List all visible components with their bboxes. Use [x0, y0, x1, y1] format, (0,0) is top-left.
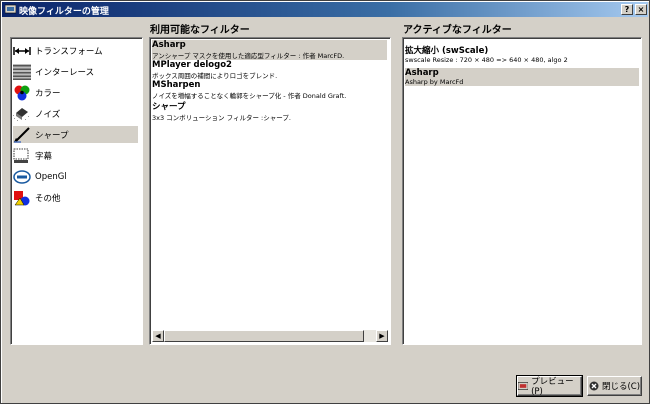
active-filters-heading: アクティブなフィルター: [403, 25, 512, 36]
app-icon: [5, 4, 16, 14]
category-item-interlace[interactable]: インターレース: [13, 63, 138, 80]
filter-name: Asharp: [152, 40, 186, 50]
help-button[interactable]: ?: [621, 4, 633, 15]
transform-icon: [13, 43, 31, 59]
filter-description: 3x3 コンボリューション フィルター :シャープ.: [152, 114, 291, 122]
filter-description: swscale Resize : 720 × 480 => 640 × 480,…: [405, 56, 568, 64]
filter-name: シャープ: [152, 102, 186, 112]
scroll-left-button[interactable]: ◀: [152, 330, 164, 342]
filter-description: Asharp by MarcFd: [405, 78, 464, 86]
sharpen-icon: [13, 126, 31, 143]
available-filter-item[interactable]: MSharpen ノイズを増幅することなく輪郭をシャープ化 - 作者 Donal…: [152, 80, 387, 100]
category-item-transform[interactable]: トランスフォーム: [13, 42, 138, 59]
available-filters-heading: 利用可能なフィルター: [150, 25, 250, 36]
title-bar[interactable]: 映像フィルターの管理 ? ×: [2, 2, 648, 17]
filter-manager-window: 映像フィルターの管理 ? × トランスフォーム インターレース カラー ノイズ …: [0, 0, 650, 404]
close-window-button[interactable]: ×: [635, 4, 647, 15]
close-label: 閉じる(C): [601, 382, 641, 392]
interlace-icon: [13, 63, 31, 80]
horizontal-scrollbar[interactable]: ◀ ▶: [152, 330, 388, 342]
category-item-subtitle[interactable]: 字幕: [13, 147, 138, 164]
active-filter-item[interactable]: Asharp Asharp by MarcFd: [405, 68, 639, 86]
category-list: トランスフォーム インターレース カラー ノイズ シャープ 字幕 OpenGl …: [10, 37, 143, 345]
category-item-sharpen[interactable]: シャープ: [13, 126, 138, 143]
filter-name: MPlayer delogo2: [152, 60, 232, 70]
category-item-opengl[interactable]: OpenGl: [13, 168, 138, 185]
preview-button[interactable]: プレビュー(P): [516, 375, 583, 397]
misc-icon: [13, 190, 31, 206]
filter-name: 拡大縮小 (swScale): [405, 46, 489, 56]
scroll-right-button[interactable]: ▶: [376, 330, 388, 342]
category-label: ノイズ: [35, 109, 61, 120]
close-button[interactable]: 閉じる(C): [587, 376, 642, 396]
filter-description: ボックス周囲の補間によりロゴをブレンド.: [152, 72, 278, 80]
category-label: シャープ: [35, 130, 69, 141]
category-item-misc[interactable]: その他: [13, 189, 138, 206]
subtitle-icon: [13, 148, 31, 164]
noise-icon: [13, 106, 31, 122]
category-item-noise[interactable]: ノイズ: [13, 105, 138, 122]
available-filter-item[interactable]: MPlayer delogo2 ボックス周囲の補間によりロゴをブレンド.: [152, 60, 387, 80]
close-icon: [589, 381, 599, 391]
color-icon: [13, 85, 31, 101]
available-filter-item[interactable]: Asharp アンシャープ マスクを使用した適応型フィルター : 作者 Marc…: [152, 40, 387, 60]
available-filter-item[interactable]: シャープ 3x3 コンボリューション フィルター :シャープ.: [152, 100, 387, 122]
filter-name: Asharp: [405, 68, 439, 78]
available-filter-list: Asharp アンシャープ マスクを使用した適応型フィルター : 作者 Marc…: [149, 37, 391, 345]
filter-name: MSharpen: [152, 80, 201, 90]
filter-description: アンシャープ マスクを使用した適応型フィルター : 作者 MarcFD.: [152, 52, 345, 60]
preview-icon: [518, 382, 529, 390]
category-label: OpenGl: [35, 171, 67, 182]
window-title: 映像フィルターの管理: [19, 7, 109, 17]
scroll-thumb[interactable]: [164, 330, 364, 342]
active-filter-list: 拡大縮小 (swScale) swscale Resize : 720 × 48…: [402, 37, 642, 345]
preview-label: プレビュー(P): [531, 377, 574, 397]
category-label: その他: [35, 193, 61, 204]
filter-description: ノイズを増幅することなく輪郭をシャープ化 - 作者 Donald Graft.: [152, 92, 347, 100]
category-label: トランスフォーム: [35, 46, 103, 57]
category-label: インターレース: [35, 67, 95, 78]
opengl-icon: [13, 169, 31, 185]
category-item-color[interactable]: カラー: [13, 84, 138, 101]
category-label: 字幕: [35, 151, 53, 162]
category-label: カラー: [35, 88, 61, 99]
active-filter-item[interactable]: 拡大縮小 (swScale) swscale Resize : 720 × 48…: [405, 44, 639, 64]
